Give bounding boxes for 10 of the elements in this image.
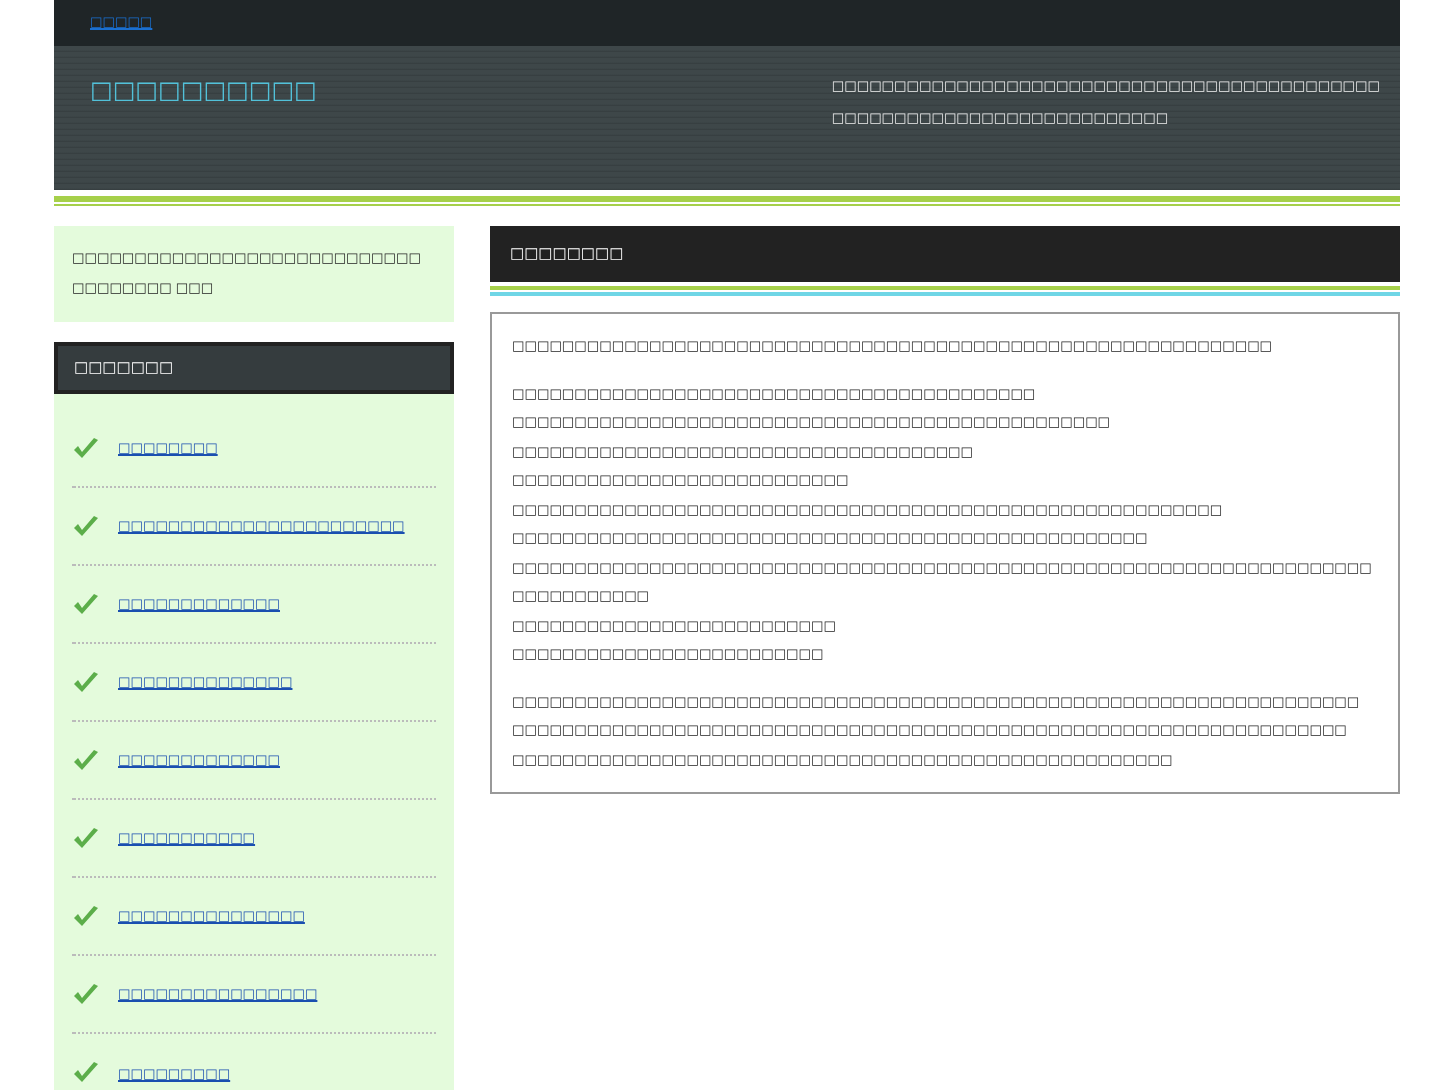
check-icon	[72, 827, 100, 849]
check-icon	[72, 437, 100, 459]
check-icon	[72, 671, 100, 693]
check-icon	[72, 749, 100, 771]
check-icon	[72, 593, 100, 615]
check-icon	[72, 983, 100, 1005]
check-icon	[72, 515, 100, 537]
site-title: □□□□□□□□□□	[90, 74, 317, 108]
check-icon	[72, 905, 100, 927]
check-icon	[72, 1062, 100, 1084]
